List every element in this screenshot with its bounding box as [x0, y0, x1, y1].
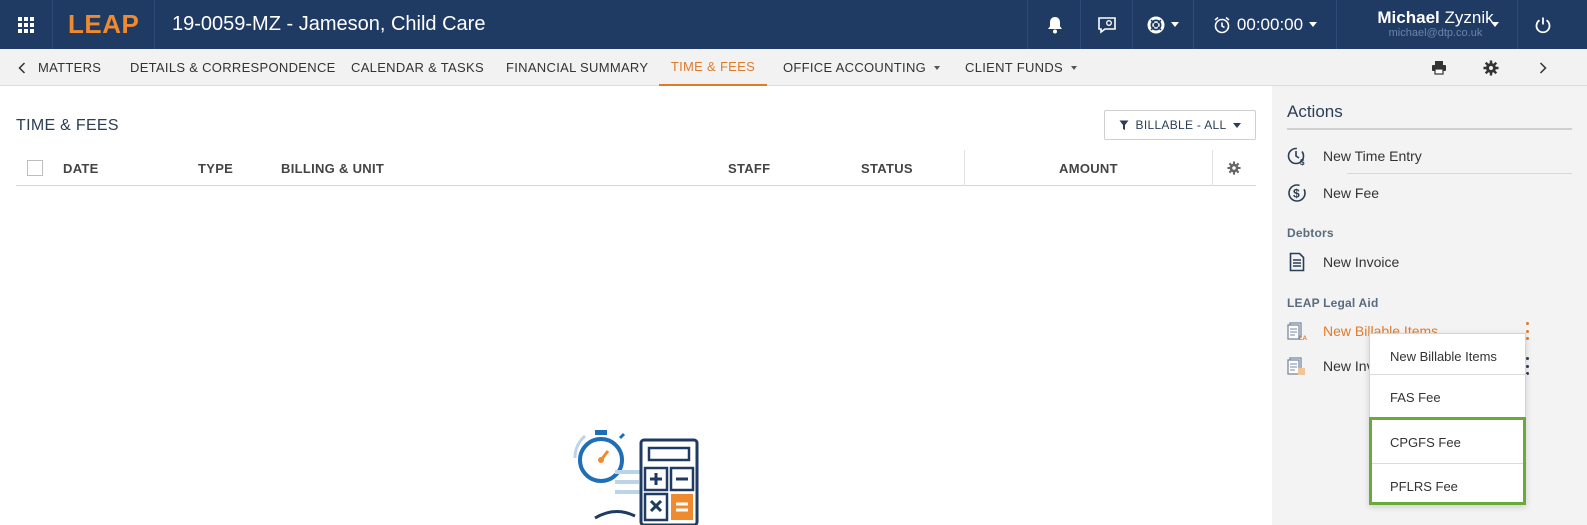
page-title: TIME & FEES: [16, 117, 119, 134]
tab-details-correspondence[interactable]: DETAILS & CORRESPONDENCE: [130, 49, 336, 86]
invoice-icon: [1287, 252, 1307, 272]
select-all-checkbox[interactable]: [27, 160, 43, 176]
tab-label: TIME & FEES: [670, 59, 756, 74]
user-menu-toggle[interactable]: [1484, 0, 1506, 49]
user-email: michael@dtp.co.uk: [1388, 27, 1483, 39]
stopwatch-calculator-illustration: [573, 430, 699, 525]
timer-value: 00:00:00: [1236, 14, 1304, 34]
messages-button[interactable]: [1081, 0, 1132, 49]
billable-filter-button[interactable]: BILLABLE - ALL: [1104, 110, 1256, 140]
action-label: New Inv: [1323, 358, 1374, 374]
menu-item-cpgfs-fee[interactable]: CPGFS Fee: [1370, 420, 1527, 464]
actions-title: Actions: [1287, 102, 1343, 121]
matter-title: 19-0059-MZ - Jameson, Child Care: [172, 13, 486, 35]
tab-matters[interactable]: MATTERS: [18, 49, 101, 86]
divider: [1287, 128, 1572, 130]
filter-label: BILLABLE - ALL: [1135, 118, 1227, 132]
alarm-clock-icon: [1214, 16, 1230, 33]
chevron-down-icon: [934, 65, 941, 70]
column-settings-button[interactable]: [1212, 150, 1256, 186]
gear-icon: [1483, 60, 1499, 75]
legal-aid-invoice-icon: [1287, 356, 1307, 376]
menu-item-fas-fee[interactable]: FAS Fee: [1370, 375, 1527, 419]
action-label: New Invoice: [1323, 254, 1400, 270]
chevron-down-icon: [1309, 22, 1318, 27]
notifications-button[interactable]: [1030, 0, 1080, 49]
column-billing-unit[interactable]: BILLING & UNIT: [281, 150, 384, 186]
nav-next-button[interactable]: [1528, 49, 1558, 86]
tab-office-accounting[interactable]: OFFICE ACCOUNTING: [783, 49, 941, 86]
tab-label: MATTERS: [38, 60, 102, 75]
chevron-down-icon: [1491, 22, 1499, 27]
tab-client-funds[interactable]: CLIENT FUNDS: [965, 49, 1077, 86]
chevron-right-icon: [1539, 61, 1547, 74]
column-amount[interactable]: AMOUNT: [1059, 150, 1118, 186]
gear-icon: [1227, 161, 1241, 175]
chevron-down-icon: [1233, 122, 1242, 128]
chevron-down-icon: [1171, 22, 1179, 27]
grid-icon: [18, 16, 34, 33]
divider: [1347, 173, 1572, 174]
menu-item-new-billable-items[interactable]: New Billable Items: [1370, 334, 1527, 378]
tab-label: OFFICE ACCOUNTING: [783, 60, 927, 75]
filter-icon: [1119, 120, 1129, 130]
debtors-group-label: Debtors: [1287, 226, 1334, 240]
column-staff[interactable]: STAFF: [728, 150, 770, 186]
svg-text:LA: LA: [1299, 336, 1307, 341]
top-bar: LEAP 19-0059-MZ - Jameson, Child Care 00…: [0, 0, 1587, 49]
new-invoice-action[interactable]: New Invoice: [1287, 250, 1572, 274]
menu-item-pflrs-fee[interactable]: PFLRS Fee: [1370, 464, 1527, 508]
column-status[interactable]: STATUS: [861, 150, 913, 186]
bell-icon: [1048, 16, 1062, 33]
chevron-left-icon: [18, 61, 26, 74]
user-first-name: Michael: [1377, 8, 1440, 27]
svg-text:$: $: [1300, 158, 1305, 166]
dollar-circle-icon: $: [1287, 183, 1307, 203]
column-type[interactable]: TYPE: [198, 150, 233, 186]
lifebuoy-icon: [1147, 16, 1165, 33]
matter-nav-bar: MATTERS DETAILS & CORRESPONDENCE CALENDA…: [0, 49, 1587, 86]
tab-calendar-tasks[interactable]: CALENDAR & TASKS: [351, 49, 484, 86]
app-launcher-button[interactable]: [0, 0, 52, 49]
legal-aid-group-label: LEAP Legal Aid: [1287, 296, 1379, 310]
timer-button[interactable]: 00:00:00: [1194, 0, 1336, 49]
tab-label: DETAILS & CORRESPONDENCE: [130, 60, 336, 75]
logout-button[interactable]: [1518, 0, 1568, 49]
settings-button[interactable]: [1476, 49, 1506, 86]
svg-text:$: $: [1293, 187, 1300, 201]
print-button[interactable]: [1424, 49, 1454, 86]
tab-label: FINANCIAL SUMMARY: [506, 60, 649, 75]
leap-logo[interactable]: LEAP: [68, 0, 139, 49]
chat-icon: [1097, 16, 1116, 34]
column-date[interactable]: DATE: [63, 150, 99, 186]
support-menu-button[interactable]: [1133, 0, 1193, 49]
table-header: DATE TYPE BILLING & UNIT STAFF STATUS AM…: [16, 150, 1256, 186]
power-icon: [1535, 17, 1551, 33]
user-name: Michael Zyznik: [1377, 9, 1493, 27]
new-fee-action[interactable]: $ New Fee: [1287, 181, 1572, 205]
tab-time-fees[interactable]: TIME & FEES: [659, 49, 767, 86]
billable-items-icon: LA: [1287, 321, 1307, 341]
chevron-down-icon: [1070, 65, 1077, 70]
action-label: New Time Entry: [1323, 148, 1422, 164]
action-label: New Fee: [1323, 185, 1380, 201]
printer-icon: [1432, 61, 1446, 75]
tab-financial-summary[interactable]: FINANCIAL SUMMARY: [506, 49, 648, 86]
column-divider: [964, 150, 965, 186]
clock-dollar-icon: $: [1287, 146, 1307, 166]
billable-items-dropdown: New Billable Items FAS Fee CPGFS Fee PFL…: [1369, 333, 1527, 508]
tab-label: CLIENT FUNDS: [965, 60, 1063, 75]
tab-label: CALENDAR & TASKS: [351, 60, 484, 75]
new-time-entry-action[interactable]: $ New Time Entry: [1287, 144, 1572, 168]
